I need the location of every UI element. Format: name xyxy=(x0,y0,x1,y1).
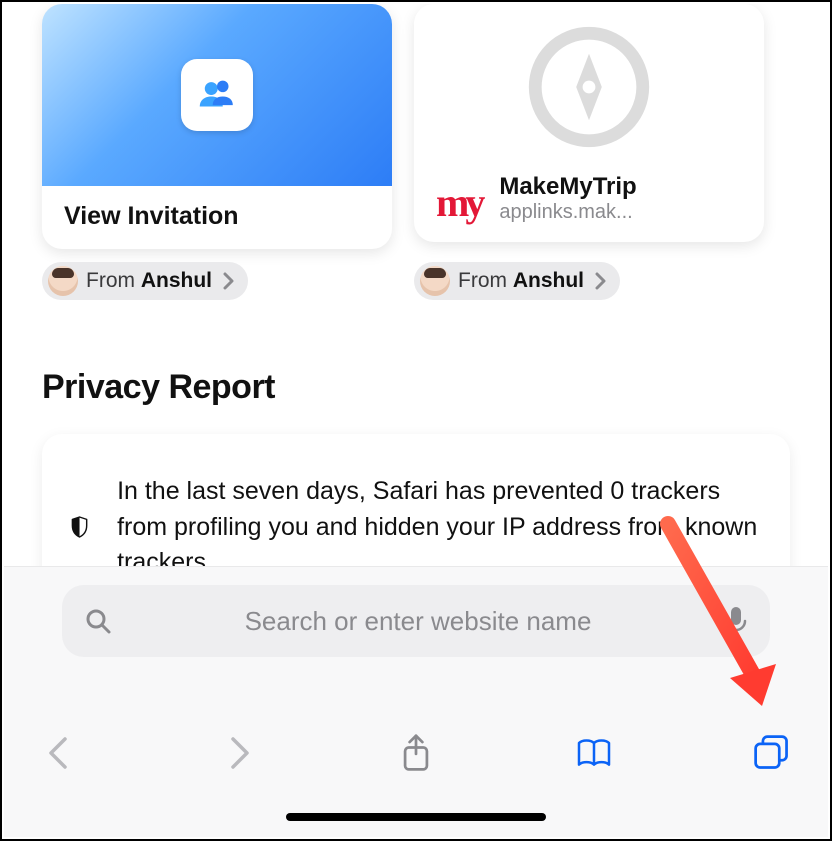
shared-group-icon xyxy=(181,59,253,131)
shared-cards-row: View Invitation my MakeMyTrip applinks.m… xyxy=(4,4,828,249)
safari-start-page: View Invitation my MakeMyTrip applinks.m… xyxy=(4,4,828,837)
compass-icon xyxy=(525,23,653,151)
forward-button[interactable] xyxy=(210,725,266,781)
from-pill-right[interactable]: From Anshul xyxy=(414,262,620,300)
invitation-label: View Invitation xyxy=(42,186,392,249)
browser-bottom-bar: Search or enter website name xyxy=(4,566,828,837)
shared-invitation-card[interactable]: View Invitation xyxy=(42,4,392,249)
back-button[interactable] xyxy=(32,725,88,781)
link-info: my MakeMyTrip applinks.mak... xyxy=(414,169,764,242)
address-bar[interactable]: Search or enter website name xyxy=(62,585,770,657)
share-button[interactable] xyxy=(388,725,444,781)
search-icon xyxy=(84,607,112,635)
address-bar-placeholder: Search or enter website name xyxy=(130,606,706,637)
microphone-icon[interactable] xyxy=(724,605,748,637)
bottom-toolbar xyxy=(16,725,816,781)
link-subtitle: applinks.mak... xyxy=(499,201,636,224)
invitation-image xyxy=(42,4,392,186)
tabs-button[interactable] xyxy=(744,725,800,781)
tabs-icon xyxy=(752,733,792,773)
chevron-right-icon xyxy=(218,733,258,773)
chevron-right-icon xyxy=(594,272,608,290)
shield-icon xyxy=(70,503,89,551)
privacy-report-heading: Privacy Report xyxy=(42,368,275,407)
memoji-avatar xyxy=(48,266,78,296)
chevron-left-icon xyxy=(40,733,80,773)
chevron-right-icon xyxy=(222,272,236,290)
bookmarks-button[interactable] xyxy=(566,725,622,781)
mmt-logo: my xyxy=(436,183,481,223)
shared-link-card[interactable]: my MakeMyTrip applinks.mak... xyxy=(414,4,764,242)
privacy-report-text: In the last seven days, Safari has preve… xyxy=(117,474,762,581)
share-icon xyxy=(396,733,436,773)
shared-from-row: From Anshul From Anshul xyxy=(4,262,828,300)
home-indicator[interactable] xyxy=(286,813,546,821)
link-title: MakeMyTrip xyxy=(499,173,636,201)
book-icon xyxy=(574,733,614,773)
from-pill-left[interactable]: From Anshul xyxy=(42,262,248,300)
link-placeholder xyxy=(414,4,764,169)
memoji-avatar xyxy=(420,266,450,296)
